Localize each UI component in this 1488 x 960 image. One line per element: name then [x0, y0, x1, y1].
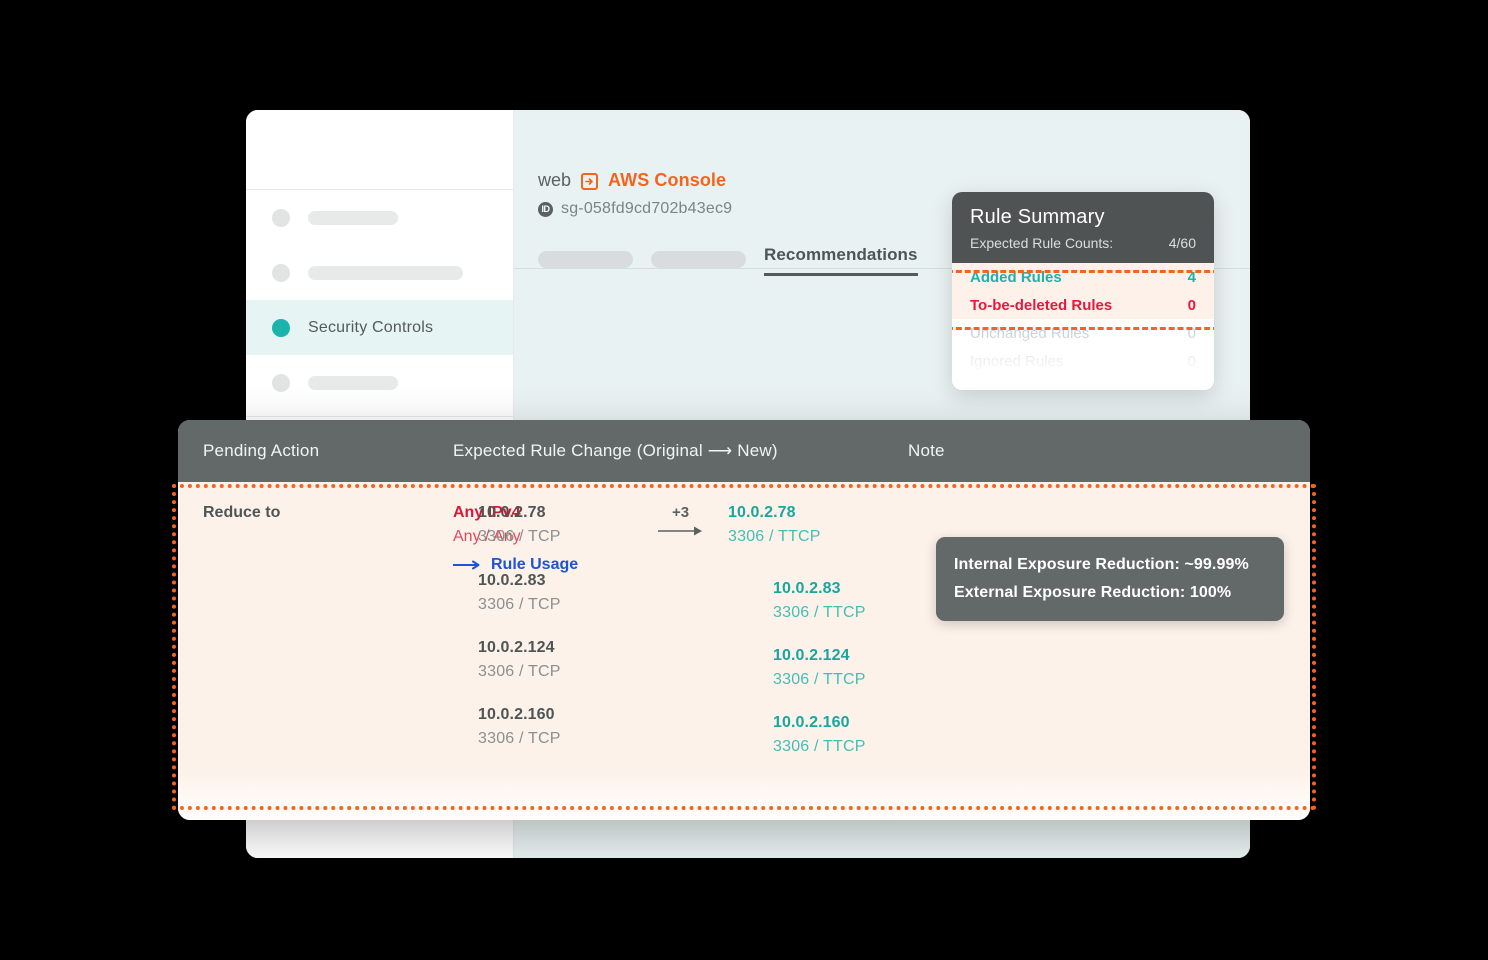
summary-row-label: Unchanged Rules: [970, 324, 1090, 342]
rule-summary-title: Rule Summary: [970, 206, 1105, 228]
table-fade-overlay: [178, 772, 1310, 820]
external-link-icon[interactable]: [581, 173, 599, 190]
new-ip: 10.0.2.160: [773, 714, 850, 731]
expected-rule-counts: Expected Rule Counts: 4/60: [970, 235, 1196, 251]
original-ip-entry: 10.0.2.83 3306 / TCP: [478, 572, 561, 614]
screenshot-root: Security Controls web AWS Console ID sg-…: [0, 0, 1488, 960]
new-ip: 10.0.2.83: [773, 580, 841, 597]
summary-row-label: To-be-deleted Rules: [970, 296, 1113, 314]
new-ip-entry: 10.0.2.160 3306 / TTCP: [773, 714, 866, 756]
original-ip-entry: 10.0.2.78 3306 / TCP: [478, 504, 561, 546]
tab-placeholder-1[interactable]: [538, 251, 633, 268]
table-header-row: Pending Action Expected Rule Change (Ori…: [178, 420, 1310, 482]
pending-action-label: Reduce to: [203, 504, 281, 521]
breadcrumb-resource: web: [538, 170, 572, 190]
rule-change-arrow-cell: +3: [633, 504, 728, 574]
original-port-proto: 3306 / TCP: [478, 663, 561, 680]
resource-id: sg-058fd9cd702b43ec9: [561, 200, 733, 217]
sidebar-bullet-icon: [272, 263, 290, 282]
sidebar-header: [246, 110, 513, 190]
overflow-badge: +3: [671, 504, 690, 521]
pending-action-cell: Reduce to: [178, 504, 453, 574]
internal-exposure-reduction: Internal Exposure Reduction: ~99.99%: [954, 556, 1249, 573]
column-header-pending-action: Pending Action: [203, 441, 320, 460]
exposure-reduction-tooltip: Internal Exposure Reduction: ~99.99% Ext…: [936, 537, 1284, 621]
original-port-proto: 3306 / TCP: [478, 730, 561, 747]
new-port-proto: 3306 / TTCP: [773, 738, 866, 755]
expected-rule-counts-label: Expected Rule Counts:: [970, 235, 1114, 251]
summary-row-added-rules: Added Rules 4: [952, 263, 1214, 291]
summary-row-to-be-deleted-rules: To-be-deleted Rules 0: [952, 291, 1214, 319]
sidebar-bullet-icon: [272, 208, 290, 227]
original-ip: 10.0.2.160: [478, 706, 555, 723]
sidebar-item-label-placeholder: [308, 375, 398, 390]
aws-console-link[interactable]: AWS Console: [608, 170, 726, 191]
new-ip: 10.0.2.78: [728, 504, 796, 521]
expected-rule-counts-value: 4/60: [1168, 235, 1196, 251]
summary-row-unchanged-rules: Unchanged Rules 0: [952, 319, 1214, 347]
rule-summary-rows: Added Rules 4 To-be-deleted Rules 0 Unch…: [952, 263, 1214, 375]
original-ip: 10.0.2.78: [478, 504, 546, 521]
rule-summary-header: Rule Summary Expected Rule Counts: 4/60: [952, 192, 1214, 263]
sidebar-bullet-icon: [272, 373, 290, 392]
summary-row-label: Ignored Rules: [970, 352, 1064, 370]
sidebar-bullet-active-icon: [272, 318, 290, 337]
sidebar-divider: [246, 416, 513, 417]
new-ip-entry: 10.0.2.83 3306 / TTCP: [773, 580, 866, 622]
summary-row-value: 4: [1187, 268, 1196, 286]
sidebar-item-label-placeholder: [308, 265, 463, 280]
sidebar-item-security-controls[interactable]: Security Controls: [246, 300, 513, 355]
new-ip: 10.0.2.124: [773, 647, 850, 664]
original-ip: 10.0.2.124: [478, 639, 555, 656]
id-badge-icon: ID: [538, 201, 553, 217]
new-port-proto: 3306 / TTCP: [728, 528, 821, 545]
summary-row-ignored-rules: Ignored Rules 0: [952, 347, 1214, 375]
transform-arrow: [633, 525, 728, 537]
new-ip-entry: 10.0.2.124 3306 / TTCP: [773, 647, 866, 689]
table-body: Reduce to Any IPv4 Any / Any Rule Usage …: [178, 482, 1310, 820]
original-ip: 10.0.2.83: [478, 572, 546, 589]
summary-row-value: 0: [1187, 352, 1196, 370]
sidebar-item-2[interactable]: [246, 245, 513, 300]
new-port-proto: 3306 / TTCP: [773, 604, 866, 621]
breadcrumb: web AWS Console: [538, 170, 1250, 191]
column-header-rule-change: Expected Rule Change (Original ⟶ New): [453, 441, 778, 460]
external-exposure-reduction: External Exposure Reduction: 100%: [954, 584, 1232, 601]
rule-summary-card: Rule Summary Expected Rule Counts: 4/60 …: [952, 192, 1214, 390]
sidebar-item-label-placeholder: [308, 210, 398, 225]
tab-placeholder-2[interactable]: [651, 251, 746, 268]
summary-row-value: 0: [1187, 296, 1196, 314]
column-header-note: Note: [908, 441, 945, 460]
original-ip-entry: 10.0.2.124 3306 / TCP: [478, 639, 561, 681]
sidebar-item-1[interactable]: [246, 190, 513, 245]
original-ip-entry: 10.0.2.160 3306 / TCP: [478, 706, 561, 748]
original-port-proto: 3306 / TCP: [478, 528, 561, 545]
sidebar-item-label: Security Controls: [308, 318, 434, 336]
tab-recommendations[interactable]: Recommendations: [764, 245, 918, 276]
sidebar-item-4[interactable]: [246, 355, 513, 410]
summary-row-value: 0: [1187, 324, 1196, 342]
original-port-proto: 3306 / TCP: [478, 596, 561, 613]
new-rule-cell: 10.0.2.78 3306 / TTCP: [728, 504, 908, 574]
arrow-right-icon: [657, 526, 702, 536]
new-port-proto: 3306 / TTCP: [773, 671, 866, 688]
new-ip-list: 10.0.2.83 3306 / TTCP 10.0.2.124 3306 / …: [773, 580, 866, 756]
summary-row-label: Added Rules: [970, 268, 1062, 286]
original-ip-list: 10.0.2.78 3306 / TCP 10.0.2.83 3306 / TC…: [478, 504, 561, 748]
